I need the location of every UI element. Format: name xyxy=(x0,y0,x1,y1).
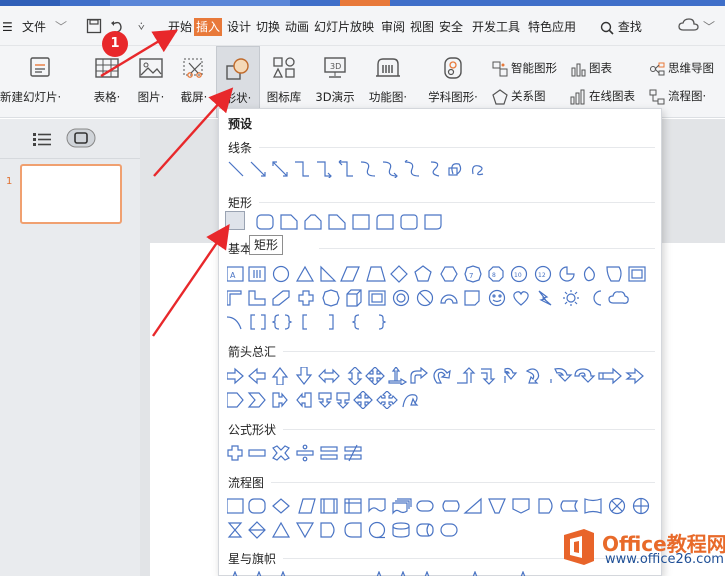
watermark-url: www.office26.com xyxy=(605,552,724,567)
3d-icon: 3D xyxy=(324,57,346,78)
arrow-shapes-row-2[interactable] xyxy=(227,391,447,409)
section-rectangles: 矩形 xyxy=(228,196,253,210)
tab-insert[interactable]: 插入 xyxy=(194,18,223,36)
screenshot-label: 截屏· xyxy=(180,90,208,104)
chevron-down-icon[interactable]: ﹀ xyxy=(55,18,67,36)
cloud-icon[interactable] xyxy=(678,18,700,36)
table-button[interactable]: 表格· xyxy=(86,46,128,118)
picture-button[interactable]: 图片· xyxy=(130,46,172,118)
search-icon xyxy=(600,21,614,35)
function-chart-icon xyxy=(376,58,400,77)
basic-shapes-row-3[interactable] xyxy=(227,313,427,331)
arrow-shapes-row-1[interactable] xyxy=(227,367,657,385)
table-label: 表格· xyxy=(93,90,121,104)
online-chart-icon xyxy=(570,89,585,104)
tab-home[interactable]: 开始 xyxy=(168,18,192,36)
smart-shape-button[interactable]: 智能图形 xyxy=(492,58,557,78)
table-icon xyxy=(95,58,119,78)
office-logo-icon xyxy=(564,529,594,565)
subject-shape-icon xyxy=(444,57,462,79)
tab-special-apps[interactable]: 特色应用 xyxy=(528,18,576,36)
shape-dropdown: 预设 线条 矩形 基本 A 7 8 10 12 箭头总汇 公式形状 流程图 星与… xyxy=(218,108,662,576)
icon-library-icon xyxy=(272,57,295,78)
slide-number: 1 xyxy=(6,176,13,187)
scissors-icon xyxy=(183,58,203,78)
chart-icon xyxy=(571,63,586,76)
tab-transition[interactable]: 切换 xyxy=(256,18,280,36)
tab-animation[interactable]: 动画 xyxy=(285,18,309,36)
tab-slideshow[interactable]: 幻灯片放映 xyxy=(314,18,374,36)
function-chart-label: 功能图· xyxy=(368,90,408,104)
outline-view-icon[interactable] xyxy=(32,131,52,147)
divider xyxy=(283,429,655,430)
subject-shape-label: 学科图形· xyxy=(428,90,478,104)
section-flowchart: 流程图 xyxy=(228,476,265,490)
divider xyxy=(259,147,655,148)
shape-label: 形状· xyxy=(224,91,252,105)
step-number-badge: 1 xyxy=(102,31,128,57)
hamburger-icon[interactable]: ☰ xyxy=(2,18,13,36)
basic-shapes-row-2[interactable] xyxy=(227,289,657,307)
relation-chart-button[interactable]: 关系图 xyxy=(492,86,546,106)
relation-chart-icon xyxy=(492,88,508,105)
smart-shape-icon xyxy=(492,61,508,76)
svg-text:10: 10 xyxy=(514,272,522,279)
mind-map-icon xyxy=(650,62,665,75)
view-tabs xyxy=(0,119,140,159)
flowchart-icon xyxy=(649,89,665,104)
shape-tooltip: 矩形 xyxy=(249,235,284,255)
slide-thumbnail[interactable] xyxy=(20,164,122,224)
rectangle-shape-hovered[interactable] xyxy=(225,211,245,230)
picture-icon xyxy=(139,58,163,78)
quick-access-chevron-icon[interactable]: ⩒ xyxy=(138,18,145,36)
section-stars: 星与旗帜 xyxy=(228,552,277,566)
tab-design[interactable]: 设计 xyxy=(227,18,251,36)
divider xyxy=(259,202,655,203)
cloud-chevron-icon[interactable]: ﹀ xyxy=(703,18,715,36)
mind-map-button[interactable]: 思维导图 xyxy=(649,58,714,78)
line-shapes-row[interactable] xyxy=(227,160,527,178)
new-slide-label: 新建幻灯片· xyxy=(0,90,62,104)
flowchart-button[interactable]: 流程图· xyxy=(649,86,706,106)
divider xyxy=(283,558,655,559)
slide-view-icon[interactable] xyxy=(66,128,96,148)
divider xyxy=(283,351,655,352)
chart-button[interactable]: 图表 xyxy=(570,58,612,78)
screenshot-button[interactable]: 截屏· xyxy=(173,46,215,118)
rectangle-shapes-row[interactable] xyxy=(227,213,447,231)
search-button[interactable]: 查找 xyxy=(600,18,642,36)
tab-review[interactable]: 审阅 xyxy=(381,18,405,36)
basic-shapes-row-1[interactable]: A 7 8 10 12 xyxy=(227,265,657,283)
svg-text:3D: 3D xyxy=(330,62,341,71)
divider xyxy=(271,482,655,483)
tab-security[interactable]: 安全 xyxy=(439,18,463,36)
online-chart-button[interactable]: 在线图表 xyxy=(570,86,635,106)
save-icon[interactable] xyxy=(86,18,102,36)
flowchart-shapes-row-1[interactable] xyxy=(227,497,657,515)
new-slide-button[interactable]: 新建幻灯片· xyxy=(0,46,78,118)
tab-developer[interactable]: 开发工具 xyxy=(472,18,520,36)
icon-library-label: 图标库 xyxy=(266,90,302,104)
new-slide-icon xyxy=(30,57,50,77)
equation-shapes-row[interactable] xyxy=(227,444,367,462)
tab-view[interactable]: 视图 xyxy=(410,18,434,36)
preset-heading: 预设 xyxy=(228,117,253,131)
section-equation: 公式形状 xyxy=(228,423,277,437)
section-arrows: 箭头总汇 xyxy=(228,345,277,359)
picture-label: 图片· xyxy=(137,90,165,104)
shape-icon xyxy=(226,58,249,80)
section-lines: 线条 xyxy=(228,141,253,155)
demo-3d-label: 3D演示 xyxy=(315,90,355,104)
flowchart-shapes-row-2[interactable] xyxy=(227,521,477,539)
star-shapes-row-partial[interactable] xyxy=(227,571,657,576)
svg-text:8: 8 xyxy=(492,272,496,279)
svg-text:A: A xyxy=(230,271,236,280)
file-menu[interactable]: 文件 xyxy=(22,18,46,36)
search-label: 查找 xyxy=(617,20,642,34)
svg-text:7: 7 xyxy=(469,272,473,280)
svg-text:12: 12 xyxy=(538,272,546,279)
divider xyxy=(319,248,655,249)
